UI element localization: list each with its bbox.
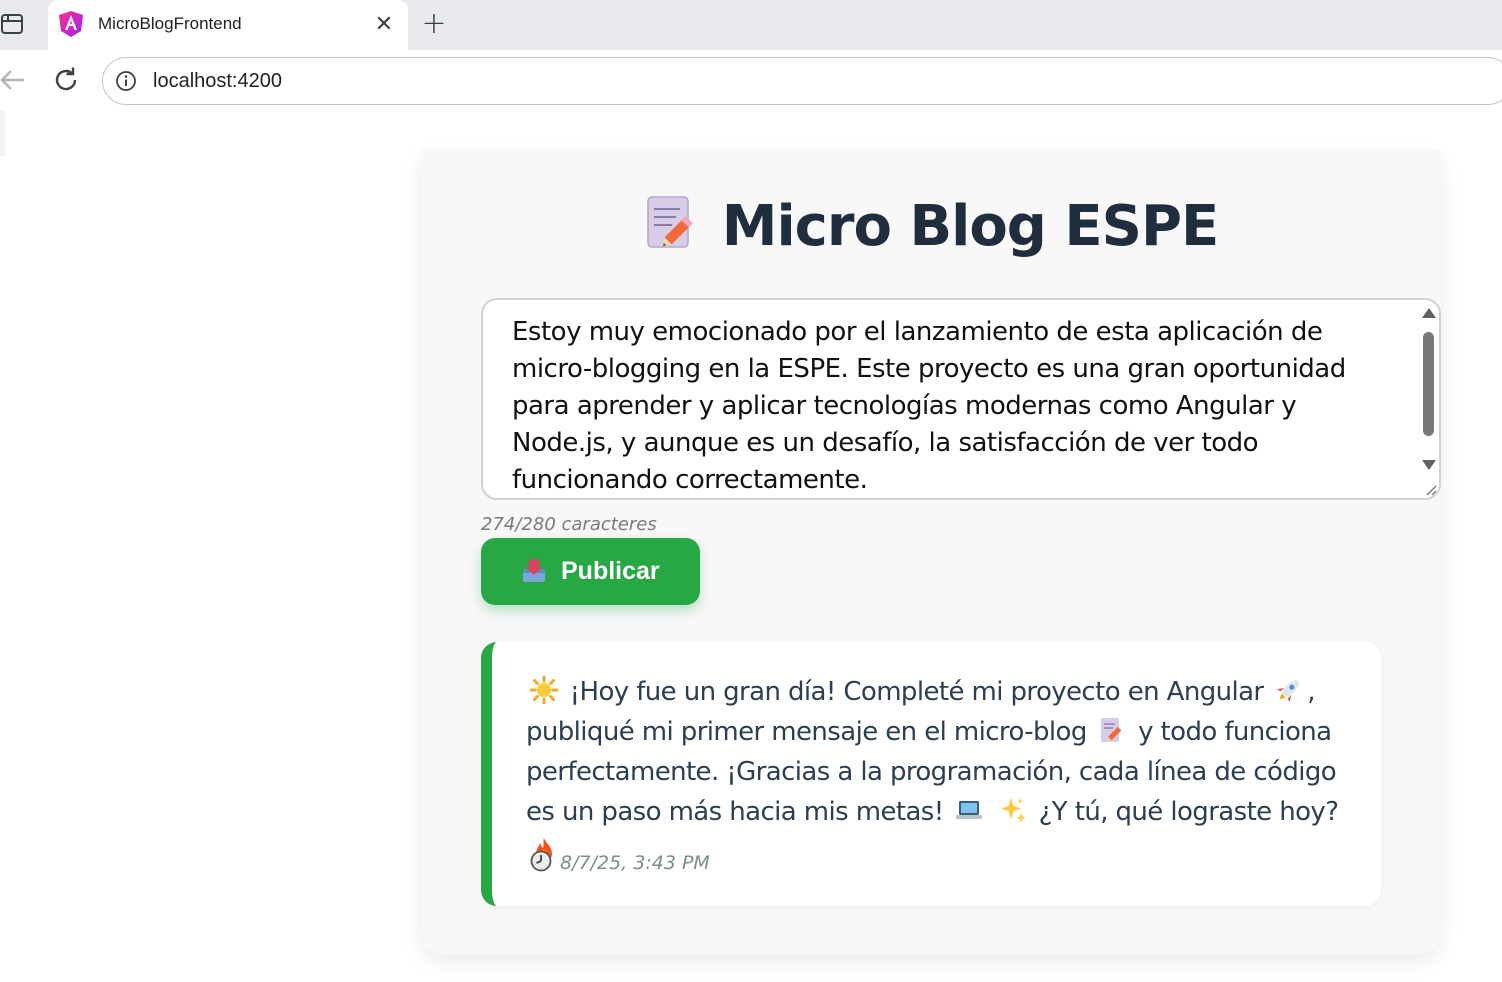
browser-tab[interactable]: MicroBlogFrontend ✕ xyxy=(48,0,408,50)
tab-title: MicroBlogFrontend xyxy=(98,14,242,33)
reload-icon[interactable] xyxy=(52,66,80,94)
post-textarea[interactable]: Estoy muy emocionado por el lanzamiento … xyxy=(481,298,1441,500)
close-tab-icon[interactable]: ✕ xyxy=(372,13,396,37)
tab-search-icon[interactable] xyxy=(1,13,23,35)
site-info-icon[interactable] xyxy=(115,70,137,92)
character-counter: 274/280 caracteres xyxy=(481,514,657,535)
memo-icon xyxy=(646,195,693,248)
post-timestamp-text: 8/7/25, 3:43 PM xyxy=(560,852,710,874)
page-title: Micro Blog ESPE xyxy=(721,194,1220,259)
post-text-part1: ¡Hoy fue un gran día! Completé mi proyec… xyxy=(569,677,1264,707)
post-timestamp: 8/7/25, 3:43 PM xyxy=(530,850,710,874)
sun-icon xyxy=(530,676,558,704)
resize-grip-icon[interactable] xyxy=(1419,478,1439,498)
angular-favicon-icon xyxy=(59,11,83,37)
scrollbar-thumb[interactable] xyxy=(1423,332,1434,436)
publish-button-label: Publicar xyxy=(561,557,660,585)
post-message: ¡Hoy fue un gran día! Completé mi proyec… xyxy=(526,672,1356,872)
post-text-part4: ¿Y tú, qué lograste hoy? xyxy=(1038,797,1339,827)
address-bar-row: localhost:4200 xyxy=(0,50,1502,110)
blog-card: Micro Blog ESPE Estoy muy emocionado por… xyxy=(421,150,1441,954)
scroll-up-arrow-icon[interactable] xyxy=(1422,308,1436,318)
clock-icon xyxy=(530,850,552,872)
new-tab-button[interactable]: + xyxy=(418,9,450,40)
memo-icon xyxy=(1101,718,1122,742)
scroll-down-arrow-icon[interactable] xyxy=(1422,460,1436,470)
back-arrow-icon[interactable] xyxy=(0,66,28,94)
url-text: localhost:4200 xyxy=(153,70,282,92)
url-input[interactable]: localhost:4200 xyxy=(102,57,1502,105)
textarea-scrollbar[interactable] xyxy=(1419,300,1439,498)
post-textarea-text: Estoy muy emocionado por el lanzamiento … xyxy=(512,317,1346,495)
publish-button[interactable]: Publicar xyxy=(481,538,700,605)
post-card: ¡Hoy fue un gran día! Completé mi proyec… xyxy=(481,642,1381,906)
laptop-icon xyxy=(956,801,983,819)
outbox-tray-icon xyxy=(523,559,545,582)
sparkles-icon xyxy=(1000,798,1026,823)
page-title-row: Micro Blog ESPE xyxy=(421,194,1441,264)
rocket-icon xyxy=(1277,680,1300,703)
browser-tab-bar: MicroBlogFrontend ✕ + xyxy=(0,0,1502,50)
